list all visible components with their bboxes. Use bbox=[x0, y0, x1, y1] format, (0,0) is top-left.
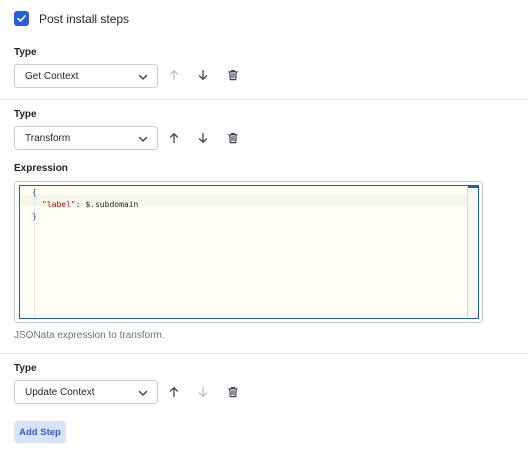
expression-editor[interactable]: { "label": $.subdomain } bbox=[19, 185, 479, 319]
step-divider bbox=[0, 99, 528, 100]
editor-gutter bbox=[34, 186, 35, 318]
chevron-down-icon bbox=[138, 390, 148, 396]
arrow-down-icon bbox=[198, 132, 208, 143]
expression-hint: JSONata expression to transform. bbox=[14, 330, 165, 341]
post-install-checkbox[interactable] bbox=[14, 11, 29, 26]
step-1-type-label: Type bbox=[14, 47, 37, 58]
arrow-down-icon bbox=[198, 386, 208, 397]
step-1-move-up-button[interactable] bbox=[167, 68, 181, 82]
step-2-type-label: Type bbox=[14, 109, 37, 120]
step-1-type-select[interactable]: Get Context bbox=[14, 64, 158, 88]
step-3-type-value: Update Context bbox=[25, 386, 95, 398]
expression-label: Expression bbox=[14, 163, 68, 174]
step-3-delete-button[interactable] bbox=[226, 385, 240, 399]
trash-icon bbox=[228, 133, 238, 144]
step-1-move-down-button[interactable] bbox=[196, 68, 210, 82]
code-colon: : bbox=[75, 200, 86, 209]
step-2-move-down-button[interactable] bbox=[196, 131, 210, 145]
code-key: "label" bbox=[42, 200, 76, 209]
step-1-delete-button[interactable] bbox=[226, 68, 240, 82]
step-3-type-label: Type bbox=[14, 363, 37, 374]
step-1-type-value: Get Context bbox=[25, 70, 79, 82]
step-divider bbox=[0, 353, 528, 354]
expression-editor-frame: { "label": $.subdomain } bbox=[14, 181, 483, 323]
checkmark-icon bbox=[17, 15, 26, 22]
chevron-down-icon bbox=[138, 74, 148, 80]
step-3-move-down-button[interactable] bbox=[196, 385, 210, 399]
trash-icon bbox=[228, 70, 238, 81]
arrow-up-icon bbox=[169, 387, 179, 398]
step-2-delete-button[interactable] bbox=[226, 131, 240, 145]
step-2-type-value: Transform bbox=[25, 132, 71, 144]
post-install-label: Post install steps bbox=[39, 12, 130, 26]
arrow-up-icon bbox=[169, 70, 179, 81]
arrow-down-icon bbox=[198, 69, 208, 80]
trash-icon bbox=[228, 387, 238, 398]
step-2-move-up-button[interactable] bbox=[167, 131, 181, 145]
code-value: $.subdomain bbox=[85, 200, 139, 209]
chevron-down-icon bbox=[138, 136, 148, 142]
code-line-1: { bbox=[32, 188, 37, 197]
arrow-up-icon bbox=[169, 133, 179, 144]
editor-scrollbar[interactable] bbox=[467, 186, 478, 318]
step-3-type-select[interactable]: Update Context bbox=[14, 380, 158, 404]
step-3-move-up-button[interactable] bbox=[167, 385, 181, 399]
code-line-3: } bbox=[32, 212, 37, 221]
step-2-type-select[interactable]: Transform bbox=[14, 126, 158, 150]
editor-scrollbar-thumb[interactable] bbox=[468, 186, 478, 188]
code-line-2: "label": $.subdomain bbox=[42, 199, 138, 210]
add-step-button[interactable]: Add Step bbox=[14, 421, 66, 443]
